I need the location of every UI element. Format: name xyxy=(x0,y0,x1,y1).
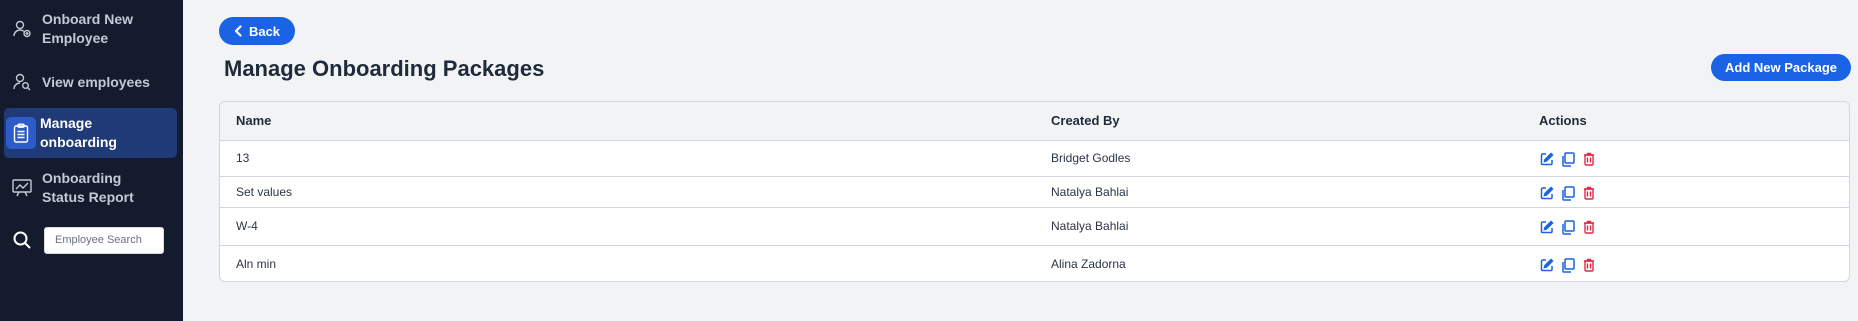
package-name: Set values xyxy=(236,185,293,199)
table-row: W-4 Natalya Bahlai xyxy=(220,208,1849,246)
sidebar-item-view-employees[interactable]: View employees xyxy=(4,64,177,100)
edit-icon[interactable] xyxy=(1539,257,1555,273)
sidebar-item-onboarding-status-report[interactable]: Onboarding Status Report xyxy=(4,168,177,208)
package-name: 13 xyxy=(236,151,250,165)
copy-icon[interactable] xyxy=(1560,219,1576,235)
sidebar-item-label: View employees xyxy=(42,73,150,90)
row-actions xyxy=(1539,151,1602,167)
chart-board-icon xyxy=(6,172,38,204)
employee-search xyxy=(4,224,164,256)
delete-icon[interactable] xyxy=(1581,185,1597,201)
table-row: 13 Bridget Godles xyxy=(220,141,1849,177)
created-by: Natalya Bahlai xyxy=(1051,185,1129,199)
row-actions xyxy=(1539,185,1602,201)
column-header-name: Name xyxy=(236,113,272,128)
row-actions xyxy=(1539,257,1602,273)
sidebar-item-label: Manage onboarding xyxy=(40,115,117,150)
delete-icon[interactable] xyxy=(1581,151,1597,167)
copy-icon[interactable] xyxy=(1560,257,1576,273)
created-by: Bridget Godles xyxy=(1051,151,1131,165)
copy-icon[interactable] xyxy=(1560,185,1576,201)
edit-icon[interactable] xyxy=(1539,219,1555,235)
table-row: Aln min Alina Zadorna xyxy=(220,246,1849,281)
edit-icon[interactable] xyxy=(1539,151,1555,167)
sidebar: Onboard New Employee View employees Mana… xyxy=(0,0,183,321)
chevron-left-icon xyxy=(234,25,242,37)
column-header-actions: Actions xyxy=(1539,113,1587,128)
person-search-icon xyxy=(6,66,38,98)
page-title: Manage Onboarding Packages xyxy=(224,56,545,81)
packages-table: Name Created By Actions 13 Bridget Godle… xyxy=(219,101,1850,282)
back-label: Back xyxy=(248,23,281,39)
sidebar-item-onboard-new-employee[interactable]: Onboard New Employee xyxy=(4,10,177,48)
delete-icon[interactable] xyxy=(1581,219,1597,235)
search-icon[interactable] xyxy=(6,224,38,256)
sidebar-item-manage-onboarding[interactable]: Manage onboarding xyxy=(4,108,177,158)
back-button[interactable]: Back xyxy=(219,17,295,45)
edit-icon[interactable] xyxy=(1539,185,1555,201)
add-new-package-button[interactable]: Add New Package xyxy=(1711,54,1851,81)
clipboard-icon xyxy=(6,117,36,149)
sidebar-item-label: Onboard New Employee xyxy=(42,11,134,46)
table-row: Set values Natalya Bahlai xyxy=(220,177,1849,208)
package-name: Aln min xyxy=(236,257,277,271)
row-actions xyxy=(1539,219,1602,235)
package-name: W-4 xyxy=(236,219,258,233)
created-by: Natalya Bahlai xyxy=(1051,219,1129,233)
copy-icon[interactable] xyxy=(1560,151,1576,167)
created-by: Alina Zadorna xyxy=(1051,257,1126,271)
table-header: Name Created By Actions xyxy=(220,102,1849,141)
delete-icon[interactable] xyxy=(1581,257,1597,273)
person-add-icon xyxy=(6,13,38,45)
search-input[interactable] xyxy=(44,226,164,254)
column-header-created-by: Created By xyxy=(1051,113,1120,128)
sidebar-item-label: Onboarding Status Report xyxy=(42,170,134,205)
